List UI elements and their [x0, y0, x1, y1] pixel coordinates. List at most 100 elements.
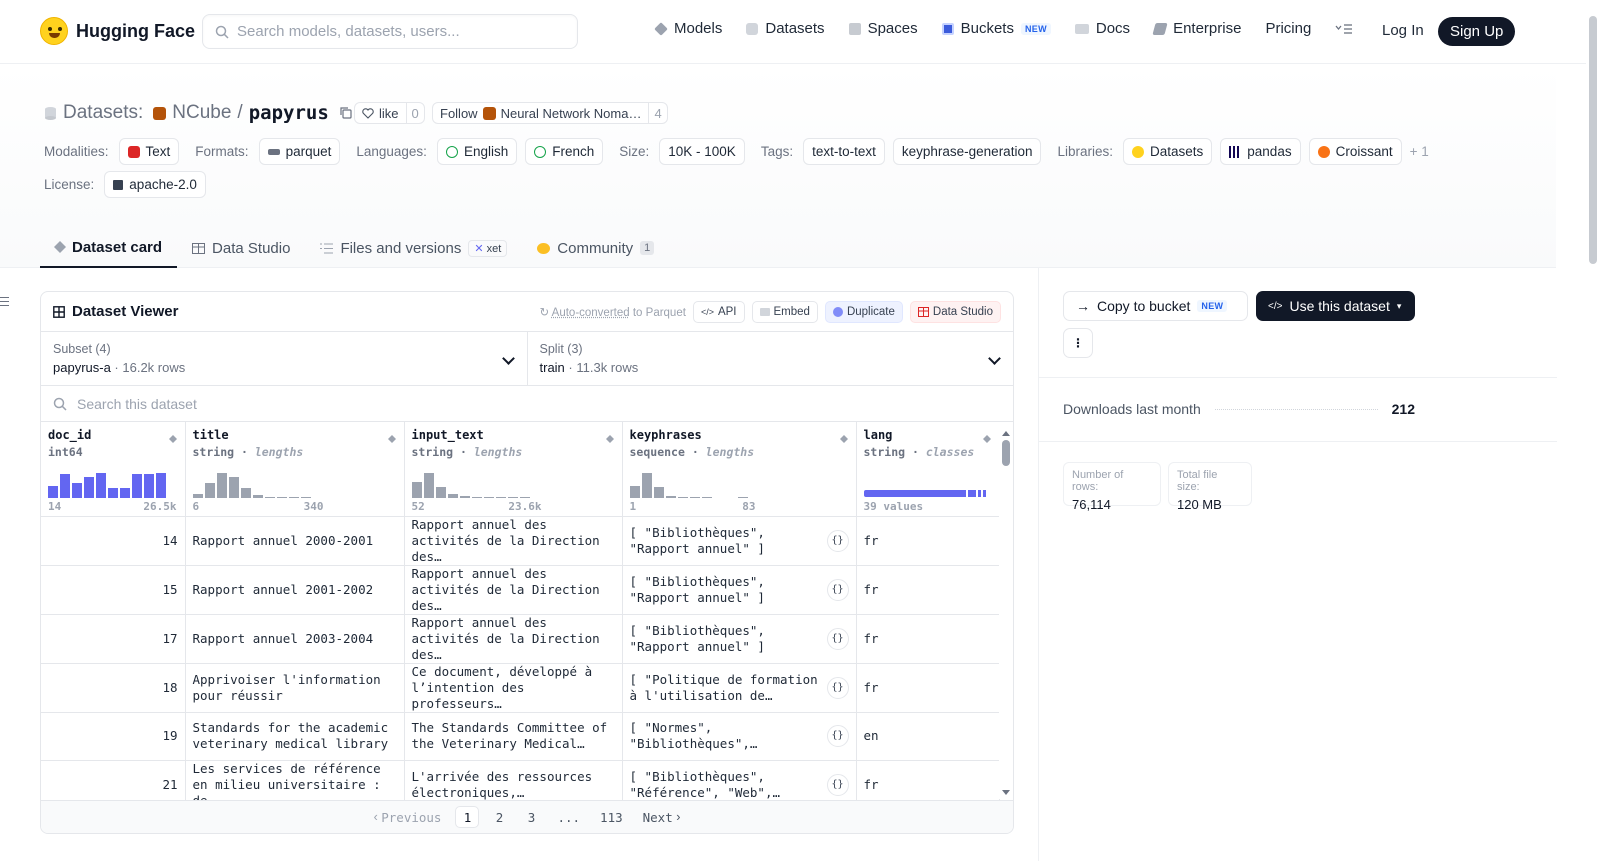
dataset-search-input[interactable]: Search this dataset	[41, 386, 1013, 422]
copy-icon[interactable]	[339, 106, 353, 120]
expand-json-icon[interactable]: {}	[826, 725, 849, 747]
histogram-bar[interactable]	[629, 485, 640, 498]
auto-converted-link[interactable]: Auto-converted	[552, 307, 630, 319]
split-select[interactable]: Split (3) train · 11.3k rows	[526, 332, 1014, 385]
size-tag[interactable]: 10K - 100K	[659, 138, 745, 165]
global-search-input[interactable]: Search models, datasets, users...	[202, 14, 578, 49]
histogram-bar[interactable]	[519, 496, 530, 498]
histogram-bar[interactable]	[144, 474, 154, 498]
cell-keyphrases[interactable]: [ "Bibliothèques", "Référence", "Web",…{…	[622, 760, 857, 800]
language-tag-english[interactable]: English	[436, 138, 518, 165]
tag-keyphrase-generation[interactable]: keyphrase-generation	[892, 138, 1042, 165]
histogram-bar[interactable]	[216, 472, 227, 498]
sort-icon[interactable]	[982, 431, 991, 443]
histogram-bar[interactable]	[264, 496, 275, 498]
tab-files-and-versions[interactable]: Files and versions ✕ xet	[305, 228, 522, 268]
histogram-bar[interactable]	[132, 474, 142, 498]
page-scrollbar[interactable]	[1586, 0, 1600, 861]
copy-to-bucket-button[interactable]: → Copy to bucket NEW	[1063, 291, 1248, 321]
scrollbar-thumb[interactable]	[1002, 440, 1010, 466]
nav-link-datasets[interactable]: Datasets	[746, 20, 825, 37]
cell-doc-id[interactable]: 17	[41, 614, 186, 664]
libraries-more[interactable]: + 1	[1410, 144, 1429, 159]
histogram-bar[interactable]	[677, 496, 688, 498]
cell-doc-id[interactable]: 14	[41, 516, 186, 566]
nav-link-models[interactable]: Models	[654, 20, 722, 37]
cell-keyphrases[interactable]: [ "Bibliothèques", "Rapport annuel" ]{}	[622, 516, 857, 566]
sidebar-toggle-handle[interactable]	[0, 297, 9, 306]
tag-text-to-text[interactable]: text-to-text	[803, 138, 885, 165]
cell-lang[interactable]: fr	[856, 760, 1000, 800]
cell-lang[interactable]: fr	[856, 614, 1000, 664]
histogram-bar[interactable]	[228, 476, 239, 498]
expand-json-icon[interactable]: {}	[826, 529, 849, 552]
histogram-bar[interactable]	[665, 496, 676, 498]
histogram-bar[interactable]	[483, 496, 494, 498]
scrollbar-thumb[interactable]	[1589, 16, 1597, 264]
sort-icon[interactable]	[839, 431, 848, 443]
histogram-bar[interactable]	[240, 488, 251, 498]
cell-keyphrases[interactable]: [ "Bibliothèques", "Rapport annuel" ]{}	[622, 614, 857, 664]
histogram-bar[interactable]	[72, 483, 82, 498]
cell-input-text[interactable]: The Standards Committee of the Veterinar…	[404, 712, 623, 761]
histogram-bar[interactable]	[108, 488, 118, 498]
sort-icon[interactable]	[387, 431, 396, 443]
cell-doc-id[interactable]: 19	[41, 712, 186, 761]
tab-dataset-card[interactable]: Dataset card	[40, 228, 178, 268]
histogram-bar[interactable]	[300, 496, 311, 498]
cell-lang[interactable]: en	[856, 712, 1000, 761]
cell-title[interactable]: Apprivoiser l'information pour réussir	[185, 663, 405, 713]
histogram-bar[interactable]	[495, 496, 506, 498]
section-label[interactable]: Datasets:	[63, 102, 143, 124]
table-row[interactable]: 19 Standards for the academic veterinary …	[41, 712, 1000, 761]
sort-icon[interactable]	[605, 431, 614, 443]
embed-button[interactable]: Embed	[751, 300, 818, 323]
page-3-button[interactable]: 3	[519, 806, 543, 828]
column-header-title[interactable]: title string · lengths 6 340	[185, 422, 405, 517]
histogram-bar[interactable]	[471, 496, 482, 498]
nav-link-enterprise[interactable]: Enterprise	[1152, 20, 1241, 37]
cell-input-text[interactable]: Rapport annuel des activités de la Direc…	[404, 516, 623, 566]
next-page-button[interactable]: Next ›	[637, 806, 687, 828]
scroll-down-icon[interactable]	[1002, 790, 1010, 799]
histogram-bar[interactable]	[288, 496, 299, 498]
org-link[interactable]: NCube	[172, 102, 231, 124]
library-tag-pandas[interactable]: pandas	[1220, 138, 1301, 165]
follow-button[interactable]: Follow Neural Network Noma… 4	[432, 102, 668, 124]
expand-json-icon[interactable]: {}	[826, 627, 849, 650]
login-link[interactable]: Log In	[1382, 22, 1424, 39]
cell-keyphrases[interactable]: [ "Normes", "Bibliothèques",…{}	[622, 712, 857, 761]
page-1-button[interactable]: 1	[455, 806, 480, 828]
use-this-dataset-button[interactable]: </> Use this dataset ▾	[1256, 291, 1415, 321]
column-header-doc-id[interactable]: doc_id int64 14 26.5k	[41, 422, 186, 517]
api-button[interactable]: </> API	[692, 300, 745, 323]
histogram-bar[interactable]	[435, 487, 446, 498]
license-tag[interactable]: apache-2.0	[104, 171, 206, 198]
cell-input-text[interactable]: Ce document, développé à l’intention des…	[404, 663, 623, 713]
cell-lang[interactable]: fr	[856, 565, 1000, 615]
duplicate-button[interactable]: Duplicate	[824, 300, 903, 323]
cell-input-text[interactable]: L'arrivée des ressources électroniques,…	[404, 760, 623, 800]
histogram-bar[interactable]	[423, 472, 434, 498]
histogram-bar[interactable]	[689, 496, 700, 498]
histogram-bar[interactable]	[120, 488, 130, 498]
cell-title[interactable]: Les services de référence en milieu univ…	[185, 760, 405, 800]
cell-input-text[interactable]: Rapport annuel des activités de la Direc…	[404, 565, 623, 615]
cell-lang[interactable]: fr	[856, 663, 1000, 713]
tab-data-studio[interactable]: Data Studio	[177, 228, 305, 268]
brand-logo[interactable]: Hugging Face	[40, 17, 195, 45]
histogram-bar[interactable]	[156, 472, 166, 498]
column-header-lang[interactable]: lang string · classes 39 values	[856, 422, 1000, 517]
cell-doc-id[interactable]: 21	[41, 760, 186, 800]
expand-json-icon[interactable]: {}	[826, 773, 849, 796]
table-row[interactable]: 18 Apprivoiser l'information pour réussir…	[41, 663, 1000, 713]
histogram-bar[interactable]	[737, 496, 748, 498]
more-options-button[interactable]: ⋮	[1063, 328, 1093, 358]
histogram-bar[interactable]	[411, 481, 422, 498]
nav-link-docs[interactable]: Docs	[1074, 20, 1130, 37]
cell-title[interactable]: Rapport annuel 2001-2002	[185, 565, 405, 615]
histogram-bar[interactable]	[653, 487, 664, 498]
histogram-bar[interactable]	[276, 496, 287, 498]
scroll-up-icon[interactable]	[1002, 427, 1010, 436]
table-row[interactable]: 21 Les services de référence en milieu un…	[41, 760, 1000, 800]
